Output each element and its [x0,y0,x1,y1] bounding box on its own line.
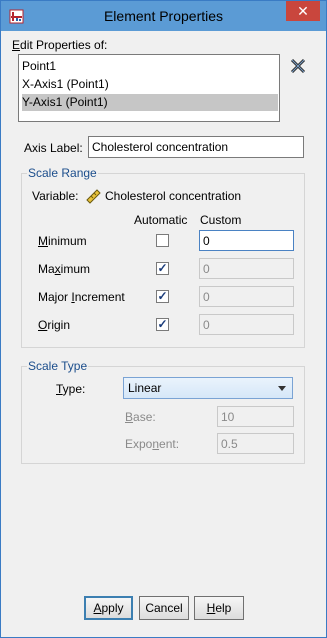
origin-label: Origin [38,318,71,332]
custom-column-header: Custom [200,213,242,227]
maximum-automatic-checkbox[interactable]: ✓ [156,262,169,275]
list-item-point1[interactable]: Point1 [22,58,278,75]
chevron-down-icon [278,386,286,391]
delete-x-icon[interactable] [286,55,310,77]
exponent-input[interactable]: 0.5 [217,433,294,454]
close-button[interactable]: ✕ [286,1,320,21]
origin-custom-input[interactable]: 0 [199,314,294,335]
axis-label-label: Axis Label: [24,141,83,155]
scale-type-select[interactable]: Linear [123,377,293,399]
list-item-y-axis[interactable]: Y-Axis1 (Point1) [22,94,278,111]
base-label: Base: [125,410,156,424]
minimum-custom-input[interactable]: 0 [199,230,294,251]
cancel-button[interactable]: Cancel [139,596,189,620]
title-bar[interactable]: Element Properties ✕ [1,1,326,31]
scale-range-legend: Scale Range [28,166,97,180]
type-label: Type: [56,382,86,396]
maximum-custom-input[interactable]: 0 [199,258,294,279]
major-increment-automatic-checkbox[interactable]: ✓ [156,290,169,303]
properties-listbox[interactable]: Point1 X-Axis1 (Point1) Y-Axis1 (Point1) [18,54,280,122]
exponent-label: Exponent: [125,437,180,451]
variable-label: Variable: [32,189,79,203]
major-increment-label: Major Increment [38,290,125,304]
scale-type-value: Linear [128,381,162,395]
help-button[interactable]: Help [194,596,244,620]
scale-type-legend: Scale Type [28,359,88,373]
variable-name: Cholesterol concentration [105,189,242,203]
origin-automatic-checkbox[interactable]: ✓ [156,318,169,331]
apply-button[interactable]: Apply [84,596,133,620]
edit-properties-label: Edit Properties of: [12,38,108,52]
minimum-label: Minimum [38,234,87,248]
base-input[interactable]: 10 [217,406,294,427]
automatic-column-header: Automatic [134,213,188,227]
ruler-scale-icon [86,189,101,204]
list-item-x-axis[interactable]: X-Axis1 (Point1) [22,76,278,93]
maximum-label: Maximum [38,262,91,276]
axis-label-input[interactable]: Cholesterol concentration [88,136,304,158]
major-increment-custom-input[interactable]: 0 [199,286,294,307]
window-title: Element Properties [103,8,224,24]
minimum-automatic-checkbox[interactable] [156,234,169,247]
